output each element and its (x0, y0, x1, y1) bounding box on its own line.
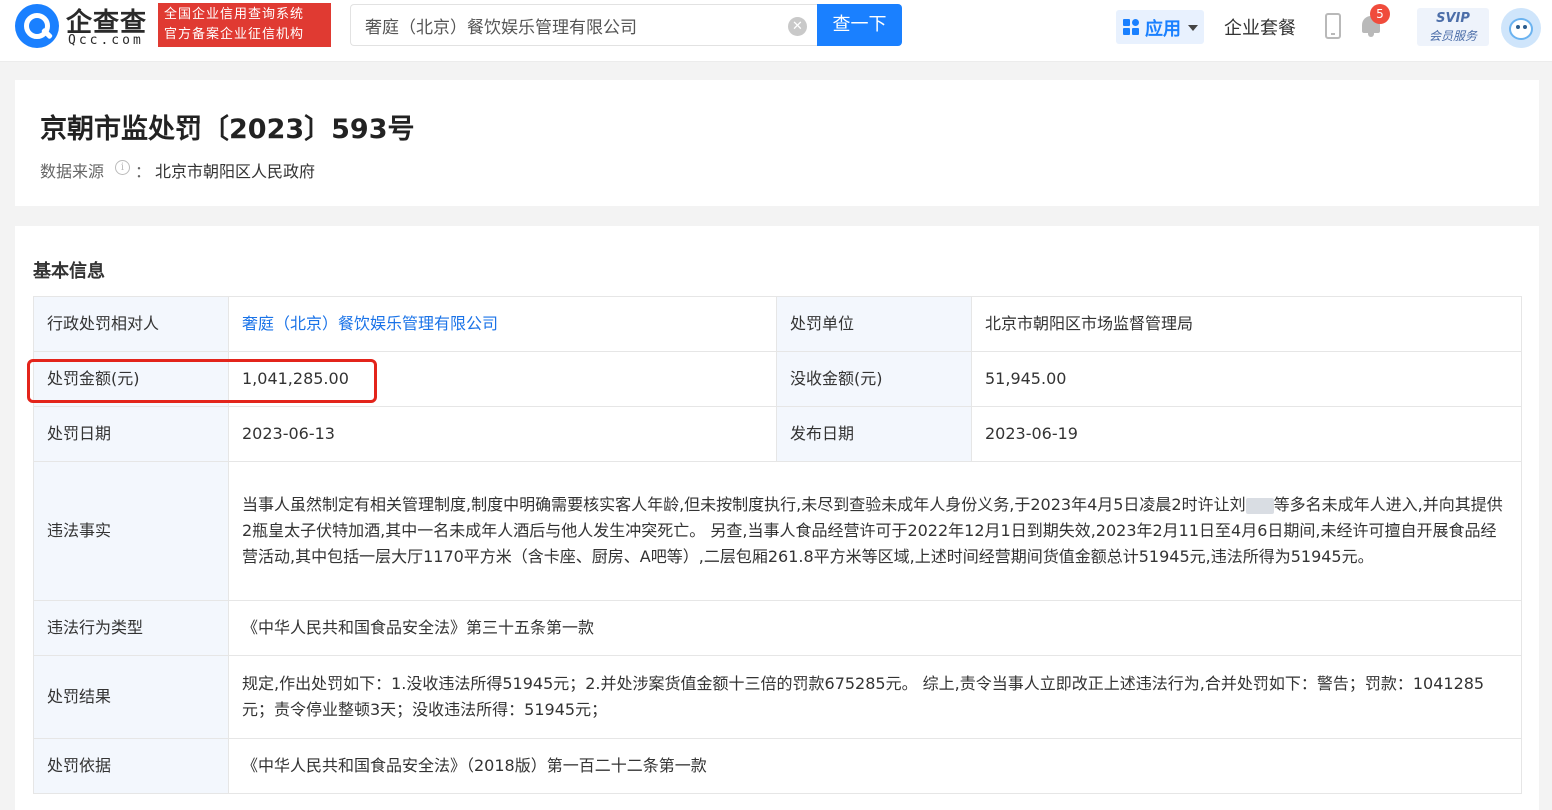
violation-type-label: 违法行为类型 (33, 600, 229, 656)
info-icon[interactable]: i (115, 160, 130, 175)
violation-facts-value: 当事人虽然制定有相关管理制度,制度中明确需要核实客人年龄,但未按制度执行,未尽到… (228, 461, 1522, 601)
fine-amount-highlight-box (27, 359, 377, 403)
record-header-card: 京朝市监处罚〔2023〕593号 数据来源 i ： 北京市朝阳区人民政府 (15, 80, 1539, 206)
user-avatar[interactable] (1501, 8, 1541, 48)
penalty-result-value: 规定,作出处罚如下：1.没收违法所得51945元；2.并处涉案货值金额十三倍的罚… (228, 655, 1522, 739)
confiscation-value: 51,945.00 (971, 351, 1522, 407)
data-source-value: 北京市朝阳区人民政府 (155, 162, 316, 181)
mobile-app-icon[interactable] (1325, 13, 1341, 39)
publish-date-value: 2023-06-19 (971, 406, 1522, 462)
search-input[interactable] (365, 13, 775, 37)
svip-subtitle: 会员服务 (1428, 29, 1477, 43)
basic-info-card: 基本信息 行政处罚相对人 奢庭（北京）餐饮娱乐管理有限公司 处罚单位 北京市朝阳… (15, 226, 1539, 810)
confiscation-label: 没收金额(元) (776, 351, 972, 407)
authority-label: 处罚单位 (776, 296, 972, 352)
table-row: 处罚依据 《中华人民共和国食品安全法》（2018版）第一百二十二条第一款 (33, 738, 1522, 794)
violation-facts-label: 违法事实 (33, 461, 229, 601)
slogan-banner: 全国企业信用查询系统 官方备案企业征信机构 (158, 3, 331, 47)
source-colon: ： (135, 162, 152, 181)
section-title: 基本信息 (33, 261, 105, 282)
violation-type-value: 《中华人民共和国食品安全法》第三十五条第一款 (228, 600, 1522, 656)
penalty-result-label: 处罚结果 (33, 655, 229, 739)
publish-date-label: 发布日期 (776, 406, 972, 462)
table-row: 处罚结果 规定,作出处罚如下：1.没收违法所得51945元；2.并处涉案货值金额… (33, 655, 1522, 739)
penalty-basis-value: 《中华人民共和国食品安全法》（2018版）第一百二十二条第一款 (228, 738, 1522, 794)
page-title: 京朝市监处罚〔2023〕593号 (40, 114, 415, 145)
svip-membership-button[interactable]: SVIP 会员服务 (1417, 8, 1489, 46)
penalty-date-label: 处罚日期 (33, 406, 229, 462)
notification-count-badge: 5 (1370, 4, 1390, 24)
chevron-down-icon (1188, 25, 1198, 31)
table-row: 处罚日期 2023-06-13 发布日期 2023-06-19 (33, 406, 1522, 462)
penalty-basis-label: 处罚依据 (33, 738, 229, 794)
slogan-line-1: 全国企业信用查询系统 (164, 7, 305, 22)
data-source-label: 数据来源 (40, 162, 105, 181)
qcc-logo-icon[interactable] (15, 4, 59, 48)
enterprise-suite-link[interactable]: 企业套餐 (1224, 14, 1296, 40)
apps-menu-button[interactable]: 应用 (1116, 10, 1204, 44)
clear-search-icon[interactable]: ✕ (788, 17, 807, 36)
table-row: 行政处罚相对人 奢庭（北京）餐饮娱乐管理有限公司 处罚单位 北京市朝阳区市场监督… (33, 296, 1522, 352)
search-box: ✕ (350, 4, 818, 46)
violation-facts-text-1: 当事人虽然制定有相关管理制度,制度中明确需要核实客人年龄,但未按制度执行,未尽到… (242, 495, 1246, 514)
authority-value: 北京市朝阳区市场监督管理局 (971, 296, 1522, 352)
redacted-name-blur (1245, 497, 1274, 514)
apps-label: 应用 (1145, 19, 1181, 40)
penalty-date-value: 2023-06-13 (228, 406, 777, 462)
party-company-link[interactable]: 奢庭（北京）餐饮娱乐管理有限公司 (228, 296, 777, 352)
table-row: 违法事实 当事人虽然制定有相关管理制度,制度中明确需要核实客人年龄,但未按制度执… (33, 461, 1522, 601)
top-navigation-bar: 企查查 Qcc.com 全国企业信用查询系统 官方备案企业征信机构 ✕ 查一下 … (0, 0, 1552, 62)
party-label: 行政处罚相对人 (33, 296, 229, 352)
search-button[interactable]: 查一下 (817, 4, 902, 46)
table-row: 违法行为类型 《中华人民共和国食品安全法》第三十五条第一款 (33, 600, 1522, 656)
apps-grid-icon (1123, 19, 1139, 35)
slogan-line-2: 官方备案企业征信机构 (164, 27, 305, 42)
svip-label: SVIP (1436, 11, 1470, 26)
logo-domain: Qcc.com (68, 33, 144, 48)
